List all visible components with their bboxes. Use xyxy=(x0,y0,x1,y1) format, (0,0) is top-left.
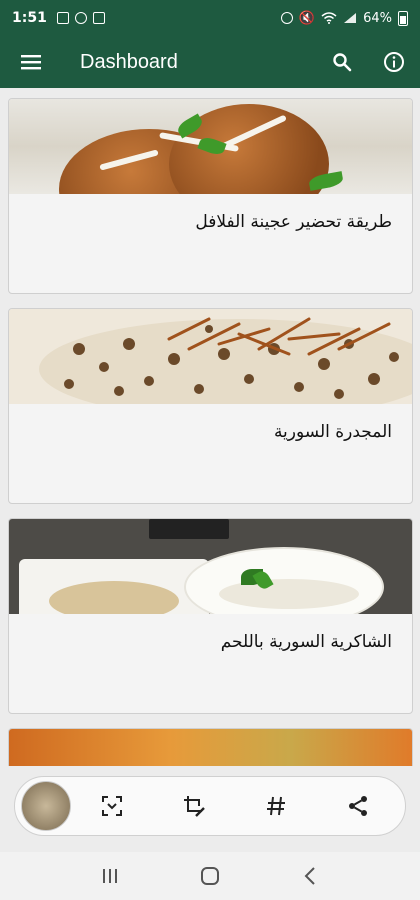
home-icon xyxy=(201,867,219,885)
shakriyeh-image xyxy=(9,519,412,614)
crop-edit-icon xyxy=(184,796,205,817)
hashtag-icon xyxy=(267,796,285,816)
recent-apps-button[interactable] xyxy=(90,856,130,896)
recipe-card[interactable]: طريقة تحضير عجينة الفلافل xyxy=(8,98,413,294)
menu-button[interactable] xyxy=(0,36,62,88)
share-button[interactable] xyxy=(317,781,399,831)
search-icon xyxy=(333,53,352,72)
app-notification-icon xyxy=(92,12,105,24)
status-time: 1:51 xyxy=(12,10,47,26)
recent-apps-icon xyxy=(103,869,117,883)
gallery-notification-icon xyxy=(56,12,69,24)
battery-icon xyxy=(398,10,408,26)
app-bar: Dashboard xyxy=(0,36,420,88)
recipe-title: طريقة تحضير عجينة الفلافل xyxy=(195,212,392,232)
falafel-image xyxy=(9,99,412,194)
scan-button[interactable] xyxy=(71,781,153,831)
status-bar: 1:51 🔇 64% xyxy=(0,0,420,36)
whatsapp-notification-icon xyxy=(74,12,87,24)
hashtag-button[interactable] xyxy=(235,781,317,831)
recipe-card[interactable]: المجدرة السورية xyxy=(8,308,413,504)
recipe-card[interactable]: الشاكرية السورية باللحم xyxy=(8,518,413,714)
app-actions xyxy=(316,36,420,88)
battery-percent: 64% xyxy=(363,10,392,26)
dish-image xyxy=(9,729,412,766)
status-right: 🔇 64% xyxy=(280,10,408,26)
page-title: Dashboard xyxy=(80,50,178,73)
alarm-icon xyxy=(280,12,293,24)
wifi-icon xyxy=(321,12,337,24)
share-icon xyxy=(349,796,367,816)
home-button[interactable] xyxy=(190,856,230,896)
search-button[interactable] xyxy=(316,36,368,88)
signal-icon xyxy=(344,13,357,23)
mujadara-image xyxy=(9,309,412,404)
recipe-card[interactable] xyxy=(8,728,413,766)
back-button[interactable] xyxy=(290,856,330,896)
recipe-title: الشاكرية السورية باللحم xyxy=(220,632,392,652)
recipe-list[interactable]: طريقة تحضير عجينة الفلافل المجدرة السوري… xyxy=(0,88,420,766)
info-button[interactable] xyxy=(368,36,420,88)
status-left: 1:51 xyxy=(12,10,105,26)
system-nav-bar xyxy=(0,852,420,900)
back-icon xyxy=(304,867,315,885)
crop-edit-button[interactable] xyxy=(153,781,235,831)
mujadara-art xyxy=(39,317,412,404)
recipe-title: المجدرة السورية xyxy=(273,422,392,442)
menu-icon xyxy=(21,55,41,70)
thumbnail-image[interactable] xyxy=(21,781,71,831)
bottom-toolbar xyxy=(14,776,406,836)
mute-icon: 🔇 xyxy=(298,10,316,26)
info-icon xyxy=(384,52,404,72)
scan-icon xyxy=(102,796,122,816)
